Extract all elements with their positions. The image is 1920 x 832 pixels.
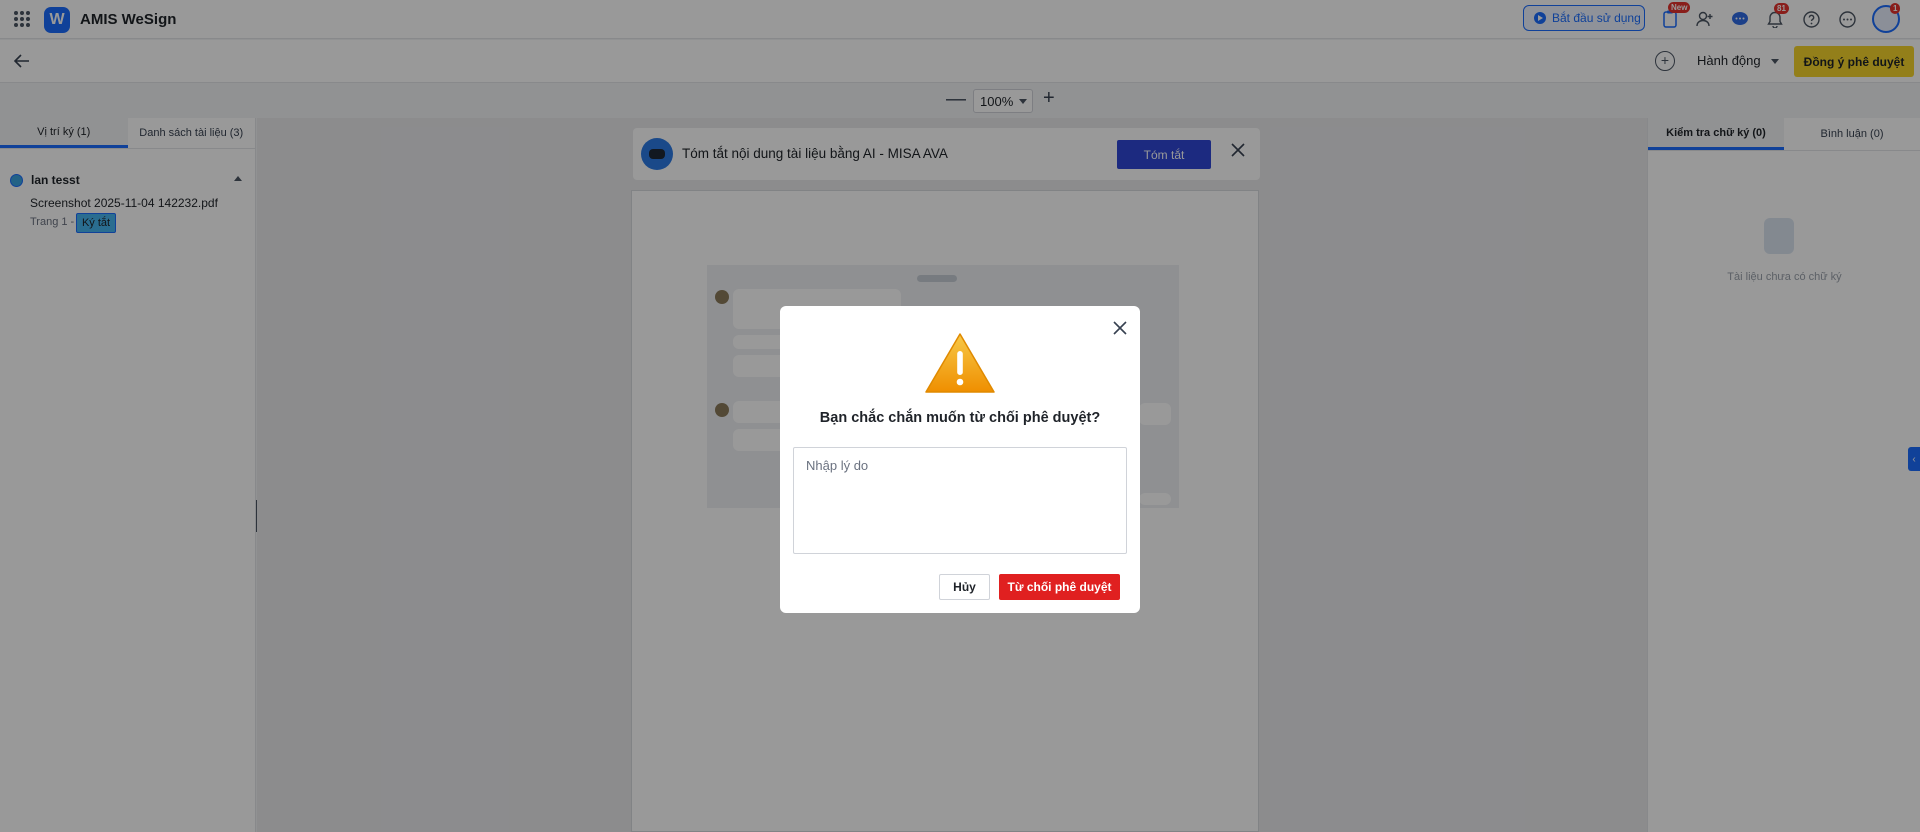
dialog-title: Bạn chắc chắn muốn từ chối phê duyệt? (819, 410, 1101, 426)
warning-triangle-icon (924, 331, 996, 395)
cancel-button[interactable]: Hủy (939, 574, 990, 600)
reason-input[interactable] (793, 447, 1127, 554)
reject-approval-button[interactable]: Từ chối phê duyệt (999, 574, 1120, 600)
close-icon[interactable] (1113, 318, 1127, 341)
reject-approval-dialog: Bạn chắc chắn muốn từ chối phê duyệt? Hủ… (780, 306, 1140, 613)
